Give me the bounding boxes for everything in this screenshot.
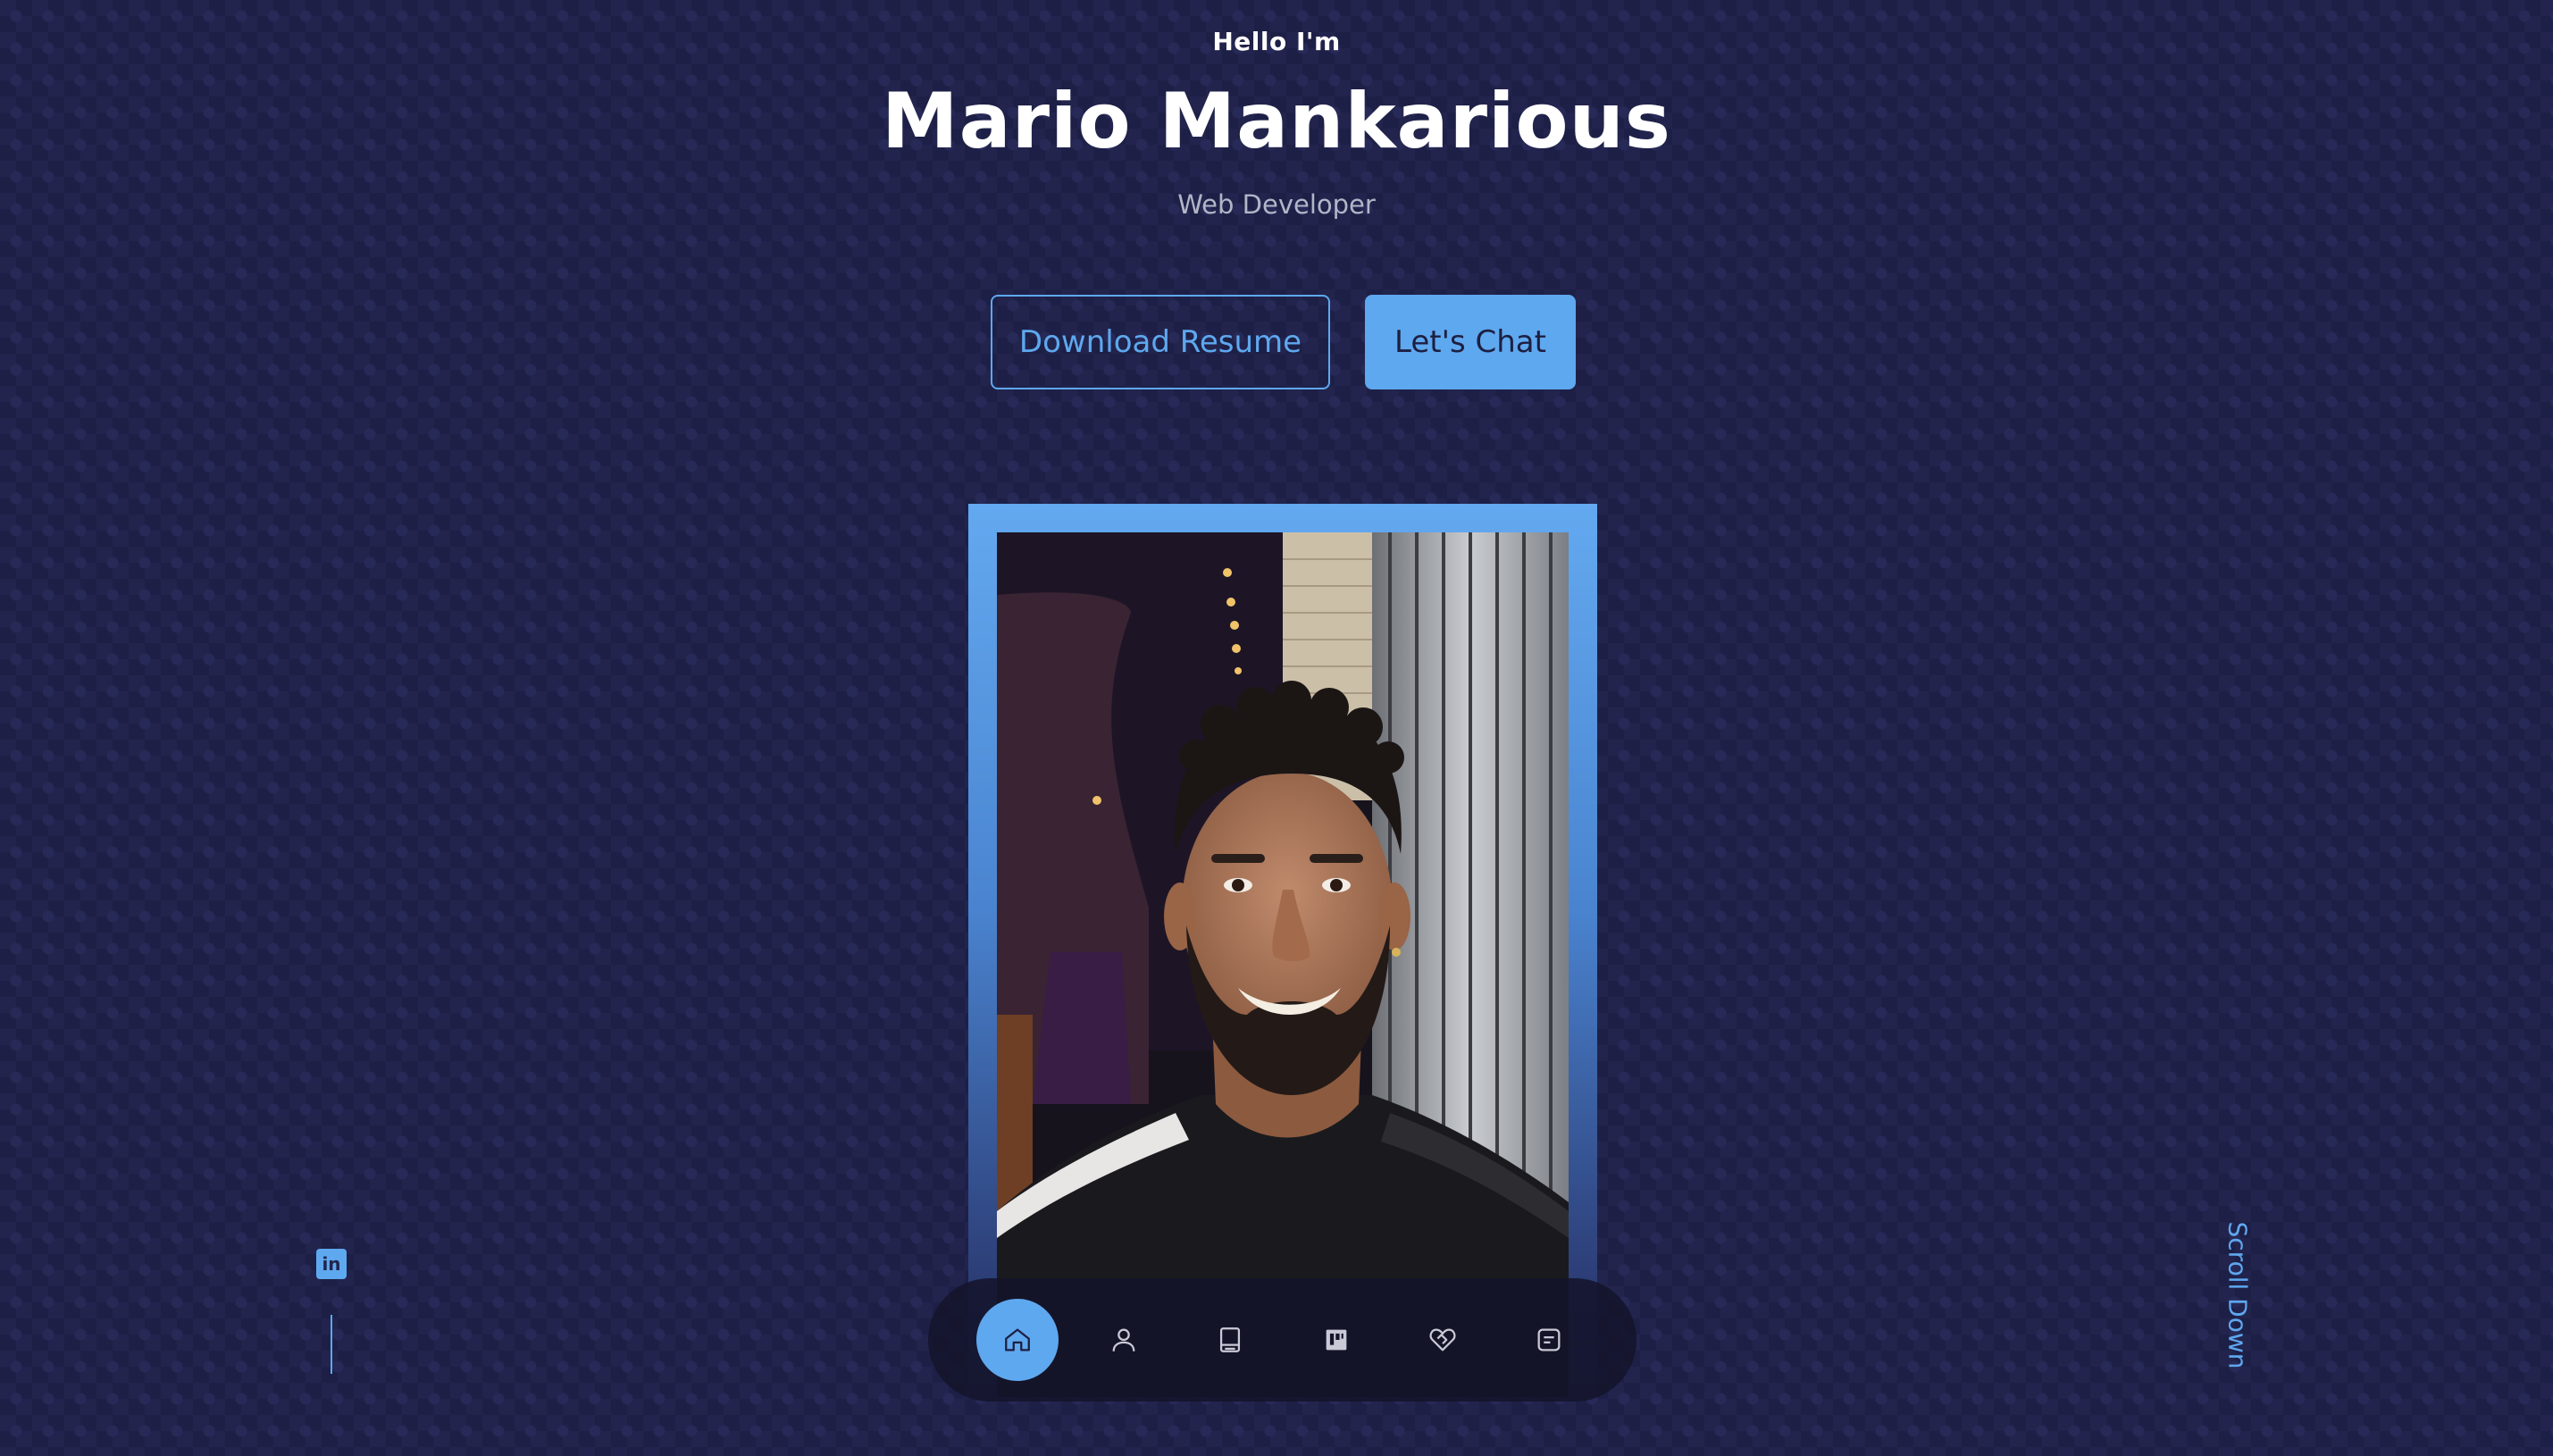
hero-name: Mario Mankarious [882, 77, 1671, 166]
board-icon [1326, 1329, 1347, 1351]
lets-chat-button[interactable]: Let's Chat [1365, 295, 1576, 389]
nav-portfolio[interactable] [1295, 1299, 1377, 1381]
greeting: Hello I'm [1212, 27, 1341, 56]
book-icon [1219, 1327, 1241, 1352]
profile-photo [997, 532, 1569, 1397]
social-divider-line [331, 1315, 332, 1374]
scroll-down-label: Scroll Down [2222, 1221, 2253, 1369]
home-icon [1005, 1328, 1030, 1351]
heart-handshake-icon [1429, 1328, 1456, 1351]
hero-role: Web Developer [1177, 189, 1376, 220]
download-resume-button[interactable]: Download Resume [991, 295, 1330, 389]
nav-home[interactable] [976, 1299, 1059, 1381]
linkedin-icon[interactable]: in [316, 1249, 347, 1279]
user-icon [1112, 1328, 1135, 1351]
portrait-frame [968, 504, 1597, 1397]
scroll-down-link[interactable]: Scroll Down [2220, 1219, 2256, 1371]
bottom-nav [928, 1278, 1636, 1402]
nav-services[interactable] [1402, 1299, 1484, 1381]
nav-contact[interactable] [1508, 1299, 1590, 1381]
message-icon [1537, 1328, 1561, 1351]
nav-experience[interactable] [1189, 1299, 1271, 1381]
nav-about[interactable] [1083, 1299, 1165, 1381]
